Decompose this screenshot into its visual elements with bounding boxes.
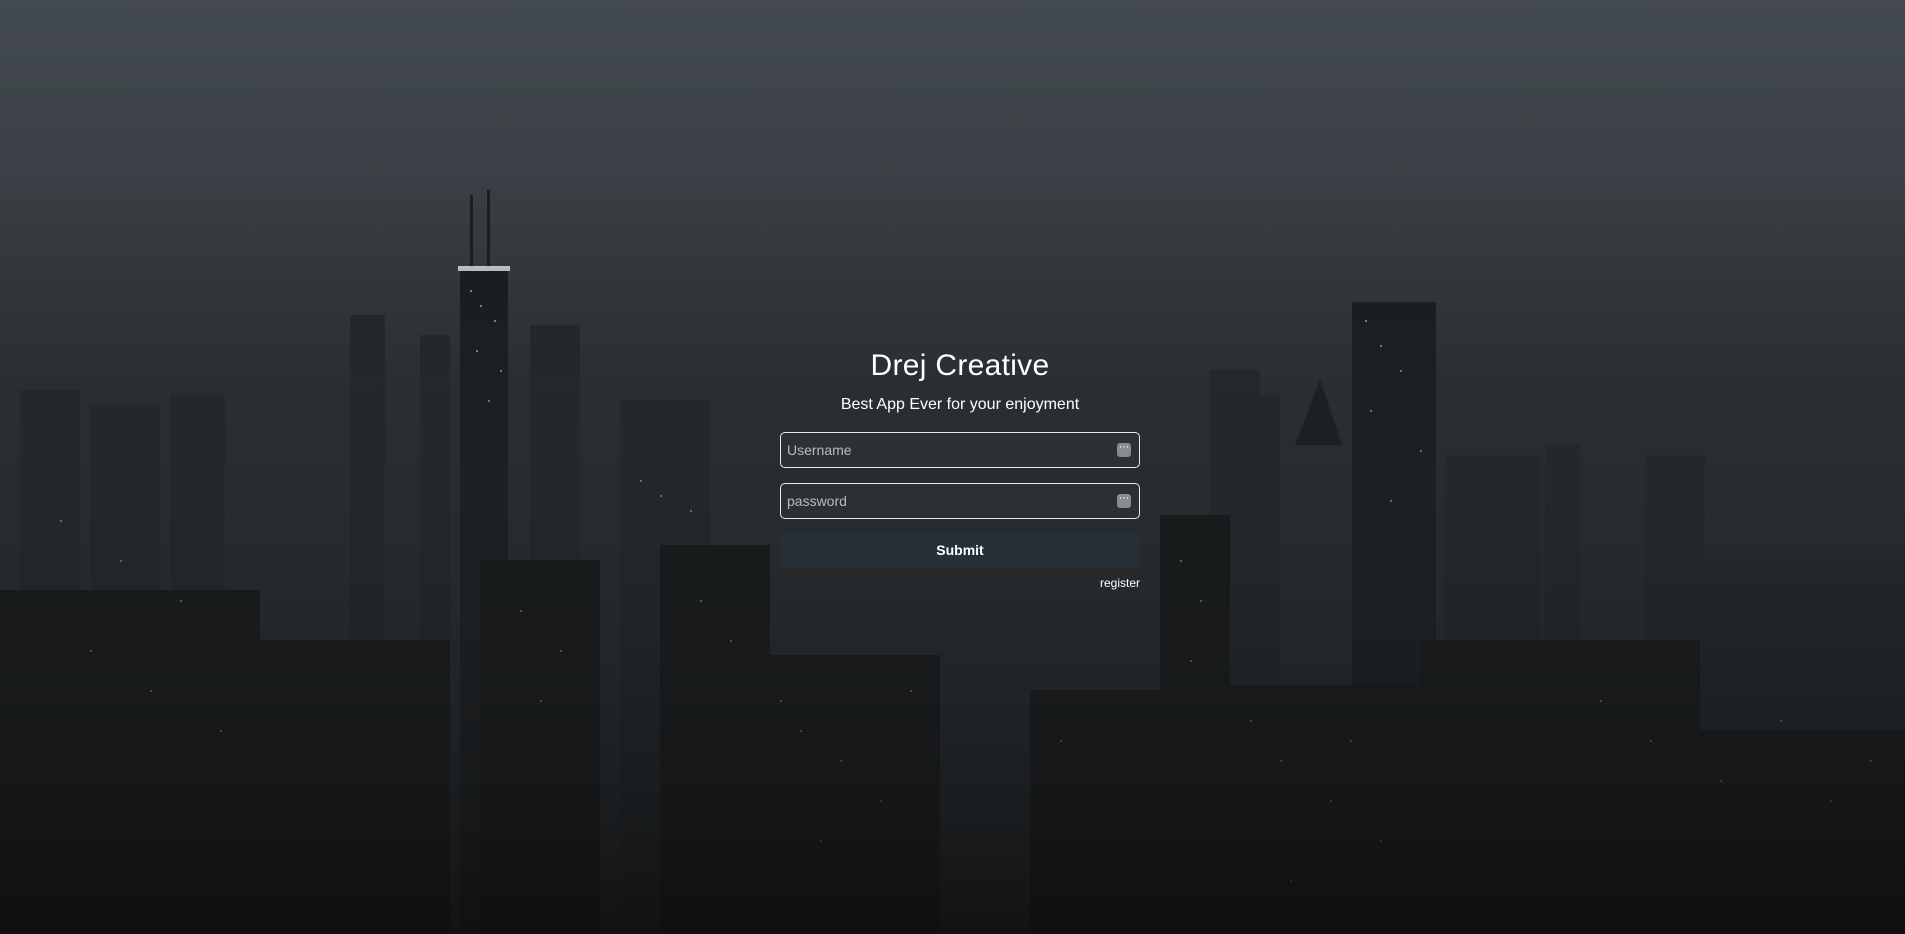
page-subtitle: Best App Ever for your enjoyment bbox=[840, 396, 1080, 413]
password-field-wrapper: ⋯ bbox=[780, 483, 1140, 519]
submit-button[interactable]: Submit bbox=[780, 533, 1140, 567]
username-input[interactable] bbox=[781, 433, 1139, 467]
login-form: ⋯ ⋯ Submit register bbox=[780, 432, 1140, 591]
page-title: Drej Creative bbox=[870, 349, 1050, 382]
register-row: register bbox=[780, 575, 1140, 591]
password-input[interactable] bbox=[781, 484, 1139, 518]
login-panel: Drej Creative Best App Ever for your enj… bbox=[780, 345, 1140, 591]
password-manager-icon[interactable]: ⋯ bbox=[1117, 494, 1131, 508]
password-manager-icon[interactable]: ⋯ bbox=[1117, 443, 1131, 457]
register-link[interactable]: register bbox=[1100, 576, 1140, 590]
login-page: Drej Creative Best App Ever for your enj… bbox=[0, 0, 1905, 934]
username-field-wrapper: ⋯ bbox=[780, 432, 1140, 468]
